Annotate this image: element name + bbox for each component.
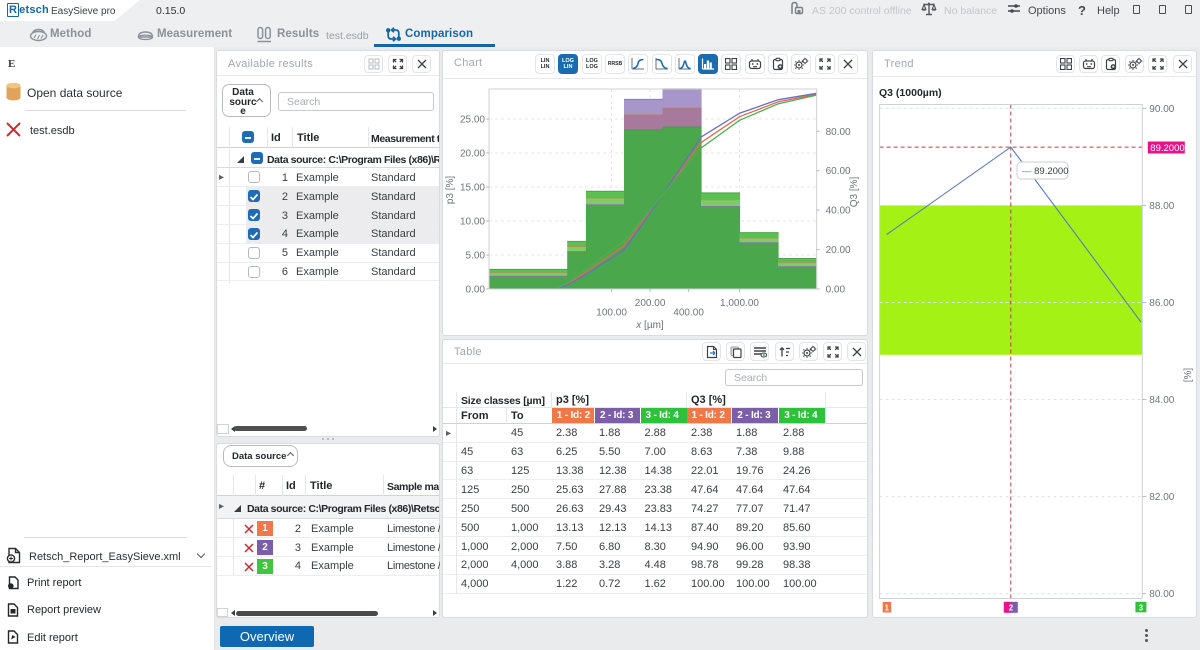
svg-text:10.00: 10.00 — [460, 217, 485, 228]
svg-text:3: 3 — [1139, 603, 1144, 612]
svg-text:0.00: 0.00 — [466, 285, 486, 296]
svg-text:400.00: 400.00 — [673, 308, 704, 319]
svg-text:15.00: 15.00 — [460, 183, 485, 194]
svg-text:80.00: 80.00 — [826, 127, 851, 138]
svg-text:20.00: 20.00 — [460, 149, 485, 160]
svg-text:200.00: 200.00 — [635, 298, 666, 309]
svg-text:x [µm]: x [µm] — [635, 320, 664, 331]
svg-text:60.00: 60.00 — [826, 166, 851, 177]
svg-text:40.00: 40.00 — [826, 206, 851, 217]
svg-text:82.00: 82.00 — [1149, 492, 1174, 503]
svg-text:— 89.2000: — 89.2000 — [1022, 166, 1068, 177]
svg-text:0.00: 0.00 — [826, 285, 846, 296]
svg-text:88.00: 88.00 — [1149, 201, 1174, 212]
svg-text:25.00: 25.00 — [460, 115, 485, 126]
svg-text:[%]: [%] — [1183, 368, 1194, 383]
svg-text:2: 2 — [1009, 604, 1014, 613]
svg-text:86.00: 86.00 — [1149, 298, 1174, 309]
svg-text:5.00: 5.00 — [466, 251, 486, 262]
svg-text:89.2000: 89.2000 — [1150, 143, 1184, 154]
svg-text:Q3 [%]: Q3 [%] — [849, 177, 860, 208]
svg-text:90.00: 90.00 — [1149, 104, 1174, 115]
svg-text:1: 1 — [884, 604, 889, 613]
svg-text:100.00: 100.00 — [596, 308, 627, 319]
svg-text:80.00: 80.00 — [1149, 589, 1174, 600]
svg-text:1,000.00: 1,000.00 — [720, 298, 759, 309]
svg-text:84.00: 84.00 — [1149, 395, 1174, 406]
svg-text:20.00: 20.00 — [826, 245, 851, 256]
svg-text:p3 [%]: p3 [%] — [445, 176, 456, 205]
